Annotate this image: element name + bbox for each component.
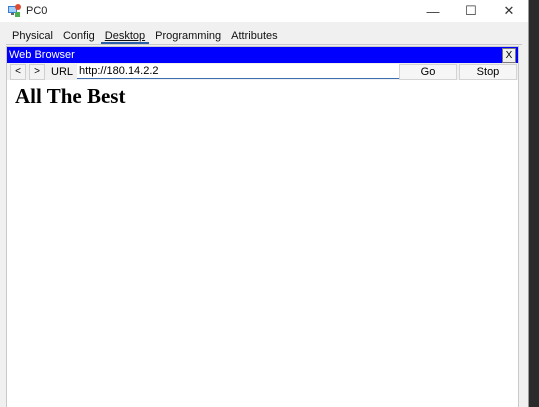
url-input[interactable] xyxy=(77,64,404,79)
window-title: PC0 xyxy=(26,5,48,17)
tab-config[interactable]: Config xyxy=(59,30,99,44)
forward-button[interactable]: > xyxy=(29,63,45,80)
url-label: URL xyxy=(51,65,74,78)
tab-programming[interactable]: Programming xyxy=(151,30,225,44)
tab-attributes[interactable]: Attributes xyxy=(227,30,281,44)
back-button[interactable]: < xyxy=(10,63,26,80)
minimize-button[interactable]: — xyxy=(414,0,452,22)
go-button[interactable]: Go xyxy=(399,64,457,80)
page-heading: All The Best xyxy=(15,84,126,108)
pc-app-icon xyxy=(6,3,22,19)
maximize-button[interactable]: ☐ xyxy=(452,0,490,22)
tab-divider xyxy=(6,44,522,45)
stop-button[interactable]: Stop xyxy=(459,64,517,80)
web-browser-title: Web Browser xyxy=(9,49,75,61)
window-titlebar: PC0 — ☐ ✕ xyxy=(0,0,528,22)
web-browser-titlebar: Web Browser X xyxy=(7,47,518,63)
web-browser-close-button[interactable]: X xyxy=(502,48,516,63)
close-icon: ✕ xyxy=(503,3,515,18)
tab-physical[interactable]: Physical xyxy=(8,30,57,44)
maximize-icon: ☐ xyxy=(465,3,477,18)
tab-desktop[interactable]: Desktop xyxy=(100,30,150,44)
pc0-window: PC0 — ☐ ✕ Physical Config Desktop Progra… xyxy=(0,0,529,407)
web-browser-panel: Web Browser X < > URL Go Stop All The Be… xyxy=(6,46,519,407)
tab-bar: Physical Config Desktop Programming Attr… xyxy=(0,26,528,44)
close-button[interactable]: ✕ xyxy=(490,0,528,22)
browser-navbar: < > URL Go Stop xyxy=(7,63,518,80)
browser-content: All The Best xyxy=(7,80,518,113)
minimize-icon: — xyxy=(426,3,440,19)
